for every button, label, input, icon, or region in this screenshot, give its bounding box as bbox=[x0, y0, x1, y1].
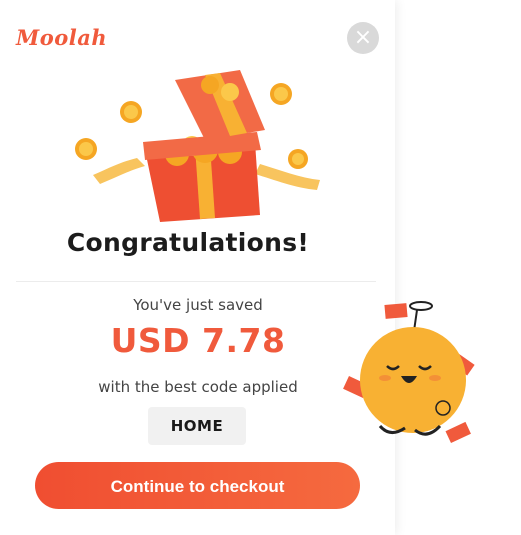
close-icon: × bbox=[353, 25, 373, 50]
continue-to-checkout-button[interactable]: Continue to checkout bbox=[35, 462, 360, 509]
close-button[interactable]: × bbox=[347, 22, 379, 54]
coin-icon bbox=[270, 83, 292, 105]
coin-icon bbox=[75, 138, 97, 160]
coin-icon bbox=[288, 149, 308, 169]
congratulations-title: Congratulations! bbox=[66, 228, 310, 257]
coupon-code-badge: HOME bbox=[148, 407, 246, 445]
money-bill-icon bbox=[445, 421, 471, 443]
gift-box-icon bbox=[75, 70, 320, 222]
money-bill-icon bbox=[384, 303, 408, 319]
mascot-illustration bbox=[343, 301, 475, 443]
divider bbox=[16, 281, 376, 282]
coin-icon bbox=[120, 101, 142, 123]
moolah-logo: Moolah bbox=[16, 25, 108, 50]
savings-popup: Moolah × Congratulations! You've just sa… bbox=[0, 0, 395, 535]
